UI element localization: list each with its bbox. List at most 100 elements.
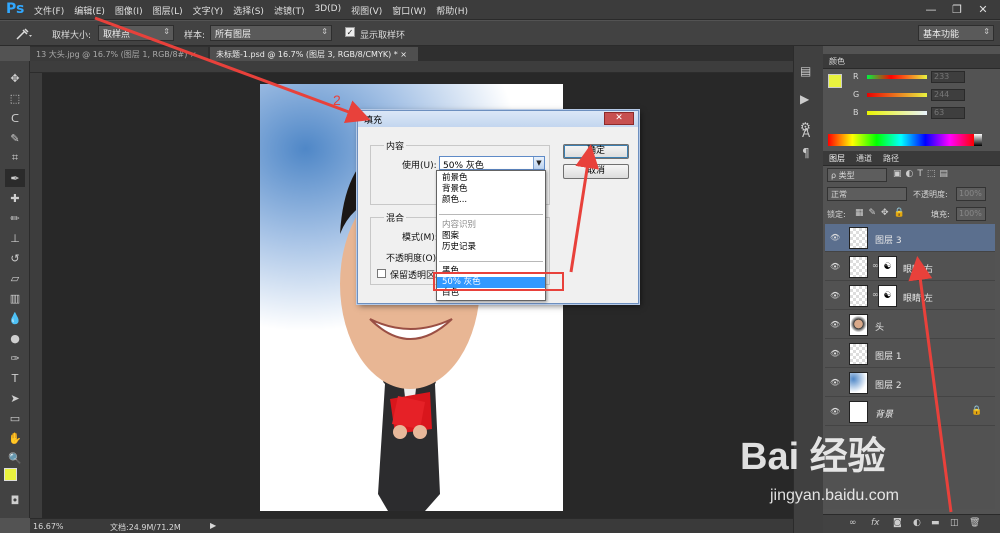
tab-untitled[interactable]: 未标题-1.psd @ 16.7% (图层 3, RGB/8/CMYK) * × [210, 47, 418, 61]
layer-name[interactable]: 图层 3 [875, 233, 902, 246]
fill-field[interactable]: 100% [956, 207, 986, 221]
fx-icon[interactable]: fx [871, 518, 880, 528]
menu-window[interactable]: 窗口(W) [392, 4, 426, 17]
layer-filter-icons[interactable]: ▣◐T⬚▤ [893, 169, 952, 179]
red-channel-value[interactable]: 233 [931, 71, 965, 83]
blur-tool-icon[interactable]: 💧 [5, 309, 25, 327]
visibility-eye-icon[interactable]: 👁 [830, 233, 840, 242]
layer-name[interactable]: 背景 [875, 407, 893, 420]
opacity-field[interactable]: 100% [956, 187, 986, 201]
ok-button[interactable]: 确定 [563, 144, 629, 159]
blue-channel-value[interactable]: 63 [931, 107, 965, 119]
visibility-eye-icon[interactable]: 👁 [830, 320, 840, 329]
quick-select-tool-icon[interactable]: ✎ [5, 129, 25, 147]
lasso-tool-icon[interactable]: ᑕ [5, 109, 25, 127]
close-window-button[interactable]: ✕ [972, 2, 994, 16]
color-spectrum[interactable] [828, 134, 974, 146]
healing-tool-icon[interactable]: ✚ [5, 189, 25, 207]
sample-select[interactable]: 所有图层 [210, 25, 332, 41]
menu-file[interactable]: 文件(F) [34, 4, 64, 17]
brush-tool-icon[interactable]: ✏ [5, 209, 25, 227]
visibility-eye-icon[interactable]: 👁 [830, 262, 840, 271]
sample-size-select[interactable]: 取样点 [98, 25, 174, 41]
restore-button[interactable]: ❐ [946, 2, 968, 16]
layer-row-background[interactable]: 👁 背景 🔒 [825, 398, 995, 426]
option-background[interactable]: 背景色 [437, 184, 545, 195]
actions-panel-icon[interactable]: ▶ [800, 92, 809, 106]
visibility-eye-icon[interactable]: 👁 [830, 349, 840, 358]
tab-channels[interactable]: 通道 [856, 153, 872, 164]
visibility-eye-icon[interactable]: 👁 [830, 291, 840, 300]
status-menu-icon[interactable]: ▶ [210, 521, 216, 530]
option-50-gray[interactable]: 50% 灰色 [437, 277, 545, 288]
hand-tool-icon[interactable]: ✋ [5, 429, 25, 447]
marquee-tool-icon[interactable]: ⬚ [5, 89, 25, 107]
zoom-tool-icon[interactable]: 🔍 [5, 449, 25, 467]
new-layer-icon[interactable]: ◫ [950, 518, 959, 528]
layer-row-3[interactable]: 👁 图层 3 [825, 224, 995, 252]
green-channel-slider[interactable] [867, 93, 927, 97]
mask-icon[interactable]: ◙ [893, 518, 902, 528]
trash-icon[interactable]: 🗑 [969, 518, 980, 528]
shape-tool-icon[interactable]: ▭ [5, 409, 25, 427]
layer-row-1[interactable]: 👁 图层 1 [825, 340, 995, 368]
history-brush-tool-icon[interactable]: ↺ [5, 249, 25, 267]
red-channel-slider[interactable] [867, 75, 927, 79]
cancel-button[interactable]: 取消 [563, 164, 629, 179]
adjustment-icon[interactable]: ◐ [913, 518, 921, 528]
eyedropper-tool-icon[interactable]: ✒ [5, 169, 25, 187]
dialog-close-button[interactable]: ✕ [604, 112, 634, 125]
blue-channel-slider[interactable] [867, 111, 927, 115]
layer-name[interactable]: 头 [875, 320, 884, 333]
menu-help[interactable]: 帮助(H) [436, 4, 468, 17]
character-panel-icon[interactable]: A [802, 126, 810, 140]
option-foreground[interactable]: 前景色 [437, 173, 545, 184]
crop-tool-icon[interactable]: ⌗ [5, 149, 25, 167]
visibility-eye-icon[interactable]: 👁 [830, 407, 840, 416]
color-panel-title[interactable]: 颜色 [829, 56, 845, 67]
type-tool-icon[interactable]: T [5, 369, 25, 387]
visibility-eye-icon[interactable]: 👁 [830, 378, 840, 387]
option-pattern[interactable]: 图案 [437, 231, 545, 242]
use-select[interactable]: 50% 灰色 [439, 156, 545, 171]
tab-layers[interactable]: 图层 [829, 153, 845, 164]
layer-name[interactable]: 图层 1 [875, 349, 902, 362]
paragraph-panel-icon[interactable]: ¶ [802, 146, 810, 160]
tab-paths[interactable]: 路径 [883, 153, 899, 164]
move-tool-icon[interactable]: ✥ [5, 69, 25, 87]
option-black[interactable]: 黑色 [437, 266, 545, 277]
menu-edit[interactable]: 编辑(E) [74, 4, 105, 17]
green-channel-value[interactable]: 244 [931, 89, 965, 101]
option-white[interactable]: 白色 [437, 288, 545, 299]
layer-name[interactable]: 图层 2 [875, 378, 902, 391]
eraser-tool-icon[interactable]: ▱ [5, 269, 25, 287]
eyedropper-icon[interactable] [14, 26, 34, 42]
option-history[interactable]: 历史记录 [437, 242, 545, 253]
link-icon[interactable]: ∞ [849, 518, 857, 528]
menu-select[interactable]: 选择(S) [233, 4, 264, 17]
blend-mode-select[interactable]: 正常 [827, 187, 907, 201]
layer-filter-select[interactable]: ρ 类型 [827, 168, 887, 182]
chevron-down-icon[interactable]: ▼ [533, 157, 544, 169]
tab-big-head[interactable]: 13 大头.jpg @ 16.7% (图层 1, RGB/8#) × [30, 47, 208, 61]
stamp-tool-icon[interactable]: ⊥ [5, 229, 25, 247]
show-ring-checkbox[interactable]: ✓ [345, 27, 355, 37]
lock-icons[interactable]: ▦✎✥🔒 [855, 208, 910, 218]
layer-name[interactable]: 眼睛 右 [903, 262, 933, 275]
history-panel-icon[interactable]: ▤ [800, 64, 811, 78]
preserve-transparency-checkbox[interactable] [377, 269, 386, 278]
menu-view[interactable]: 视图(V) [351, 4, 382, 17]
foreground-color-swatch[interactable] [4, 468, 17, 481]
menu-type[interactable]: 文字(Y) [193, 4, 224, 17]
layer-name[interactable]: 眼睛 左 [903, 291, 933, 304]
path-select-tool-icon[interactable]: ➤ [5, 389, 25, 407]
option-color[interactable]: 颜色... [437, 195, 545, 206]
menu-layer[interactable]: 图层(L) [153, 4, 183, 17]
workspace-select[interactable]: 基本功能 [918, 25, 994, 41]
layer-row-2[interactable]: 👁 图层 2 [825, 369, 995, 397]
layer-row-head[interactable]: 👁 头 [825, 311, 995, 339]
layer-row-eye-left[interactable]: 👁 ∞ ☯ 眼睛 左 [825, 282, 995, 310]
gradient-tool-icon[interactable]: ▥ [5, 289, 25, 307]
menu-filter[interactable]: 滤镜(T) [274, 4, 305, 17]
group-icon[interactable]: ▬ [931, 518, 940, 528]
